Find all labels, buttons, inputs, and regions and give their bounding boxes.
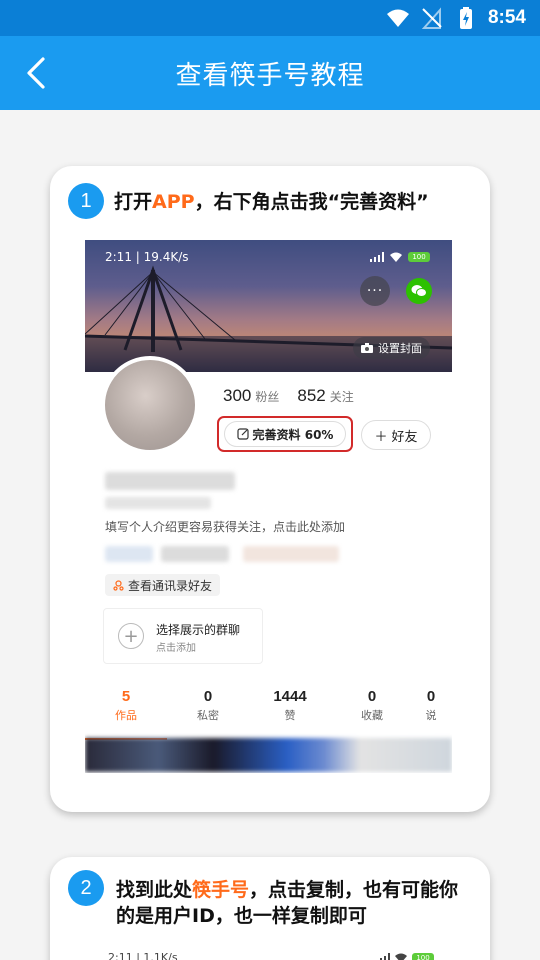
step-2-title-highlight: 筷手号: [192, 879, 250, 901]
step-1-card: 1 打开APP，右下角点击我“完善资料” 2:11 | 19.4K/s 100 …: [50, 166, 490, 812]
profile-banner: 2:11 | 19.4K/s 100 ··· 设置封面: [85, 240, 452, 372]
page-title: 查看筷手号教程: [175, 61, 365, 91]
profile-screenshot: 2:11 | 19.4K/s 100 ··· 设置封面 300 粉丝 852 关…: [85, 240, 452, 773]
tab-private-label: 私密: [197, 709, 219, 722]
step-2-badge: 2: [68, 870, 104, 906]
tab-works-label: 作品: [115, 709, 137, 722]
group-chat-title: 选择展示的群聊: [156, 623, 241, 637]
select-group-chat[interactable]: + 选择展示的群聊 点击添加: [103, 608, 263, 664]
signal-icon: [380, 953, 390, 960]
view-contacts-button[interactable]: 查看通讯录好友: [105, 574, 221, 596]
mini-status-text-2: 2:11 | 1.1K/s: [108, 951, 178, 960]
battery-icon: 100: [408, 252, 430, 262]
blurred-tag-2: [161, 546, 229, 562]
camera-icon: [361, 343, 373, 353]
battery-charging-icon: [454, 6, 478, 30]
step-1-title: 打开APP，右下角点击我“完善资料”: [114, 189, 484, 215]
step-1-title-before: 打开: [114, 191, 153, 213]
highlight-frame: 完善资料 60%: [217, 416, 353, 452]
blurred-works-thumbnails: [85, 738, 452, 772]
set-cover-button[interactable]: 设置封面: [353, 337, 430, 359]
tab-works[interactable]: 5 作品: [85, 688, 167, 740]
step-1-title-highlight: APP: [152, 191, 195, 213]
view-contacts-label: 查看通讯录好友: [128, 578, 213, 593]
more-button[interactable]: ···: [360, 276, 390, 306]
wechat-button[interactable]: [406, 278, 432, 304]
profile-tabs: 5 作品 0 私密 1444 赞 0 收藏 0 说: [85, 688, 452, 740]
contacts-icon: [113, 579, 124, 591]
blurred-username: [105, 472, 235, 490]
wifi-icon: [386, 6, 410, 30]
following-count: 852: [297, 386, 326, 405]
tab-favorites-label: 收藏: [361, 709, 383, 722]
step-2-title-before: 找到此处: [116, 879, 193, 901]
group-chat-subtitle: 点击添加: [156, 643, 196, 654]
status-time: 8:54: [487, 7, 526, 28]
app-bar: 查看筷手号教程: [0, 36, 540, 110]
blurred-tag-3: [243, 546, 339, 562]
tab-posts[interactable]: 0 说: [413, 688, 449, 740]
tab-likes[interactable]: 1444 赞: [249, 688, 331, 740]
tab-favorites-count: 0: [367, 688, 377, 705]
step-2-card: 2 找到此处筷手号，点击复制，也有可能你的是用户ID，也一样复制即可 2:11 …: [50, 857, 490, 960]
no-signal-icon: [420, 6, 444, 30]
blurred-tag-1: [105, 546, 153, 562]
battery-icon: 100: [412, 953, 434, 960]
wifi-icon: [395, 953, 407, 960]
fans-label: 粉丝: [255, 390, 280, 404]
tab-private-count: 0: [203, 688, 213, 705]
intro-prompt[interactable]: 填写个人介绍更容易获得关注，点击此处添加: [105, 518, 345, 535]
avatar[interactable]: [101, 356, 199, 454]
status-bar: 8:54: [0, 0, 540, 36]
tab-likes-count: 1444: [273, 688, 307, 705]
complete-profile-button[interactable]: 完善资料 60%: [224, 421, 346, 447]
add-friend-label: 好友: [391, 429, 418, 445]
tab-favorites[interactable]: 0 收藏: [331, 688, 413, 740]
wechat-icon: [411, 285, 427, 297]
step-1-title-after: ，右下角点击我“完善资料”: [194, 191, 429, 213]
mini-status-text: 2:11 | 19.4K/s: [105, 250, 189, 264]
add-circle-icon: +: [118, 623, 144, 649]
edit-icon: [236, 428, 249, 440]
tab-posts-label: 说: [425, 709, 437, 722]
tab-likes-label: 赞: [284, 709, 296, 722]
add-friend-button[interactable]: ＋ 好友: [361, 420, 431, 450]
complete-profile-label: 完善资料 60%: [252, 427, 334, 442]
plus-icon: ＋: [374, 429, 388, 445]
fans-count: 300: [223, 386, 252, 405]
tab-posts-count: 0: [426, 688, 436, 705]
tab-private[interactable]: 0 私密: [167, 688, 249, 740]
following-label: 关注: [329, 390, 354, 404]
tab-works-count: 5: [121, 688, 131, 705]
step-2-title: 找到此处筷手号，点击复制，也有可能你的是用户ID，也一样复制即可: [116, 877, 470, 929]
profile-stats: 300 粉丝 852 关注: [223, 386, 368, 406]
blurred-user-id: [105, 497, 211, 509]
set-cover-label: 设置封面: [378, 342, 422, 355]
wifi-icon: [390, 252, 402, 262]
step-1-badge: 1: [68, 183, 104, 219]
signal-icon: [370, 252, 384, 262]
